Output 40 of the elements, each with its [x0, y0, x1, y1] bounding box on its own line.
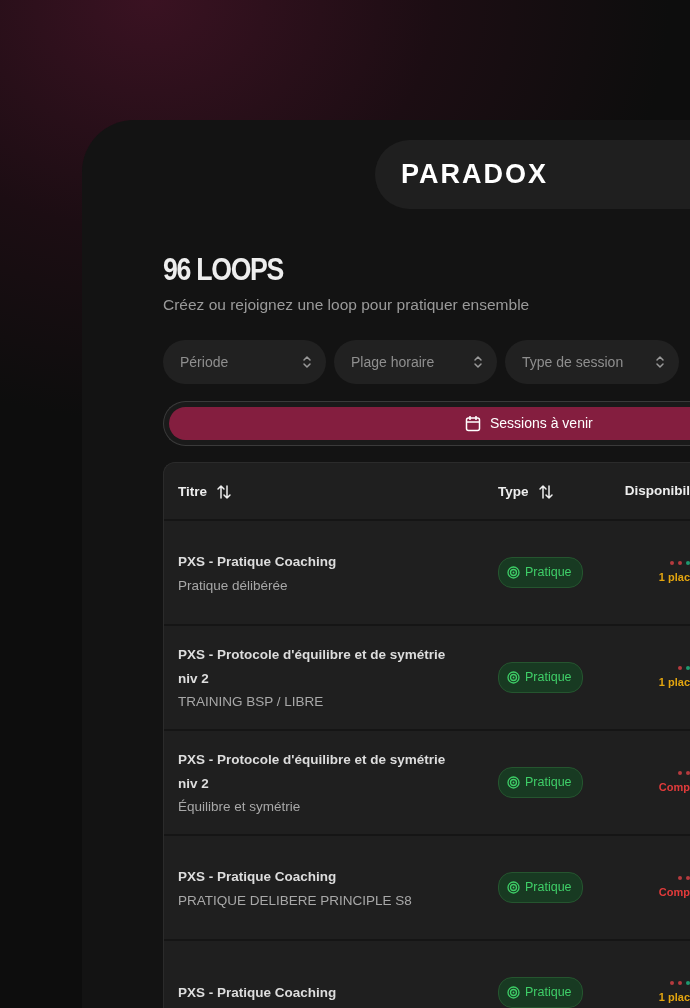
- target-icon: [507, 566, 520, 580]
- chevron-updown-icon: [473, 355, 483, 370]
- type-badge: Pratique: [498, 557, 583, 589]
- session-title: PXS - Protocole d'équilibre et de symétrie niv 2: [178, 646, 447, 688]
- target-icon: [507, 986, 520, 1000]
- target-icon: [507, 881, 520, 895]
- availability-text: 1 plac: [658, 989, 690, 1005]
- sort-icon[interactable]: [537, 484, 554, 501]
- type-badge: Pratique: [498, 872, 583, 904]
- page-subtitle: Créez ou rejoignez une loop pour pratiquer ensemble: [163, 295, 531, 316]
- sort-icon[interactable]: [216, 484, 232, 501]
- session-title: PXS - Pratique Coaching: [178, 552, 338, 571]
- target-icon: [507, 671, 520, 685]
- column-header: Disponibil: [624, 482, 690, 501]
- type-badge: Pratique: [498, 767, 583, 799]
- filter-dropdown[interactable]: Type de session: [505, 340, 679, 385]
- session-subtitle: Pratique délibérée: [178, 576, 289, 595]
- tab[interactable]: Sessions à venir: [169, 407, 690, 441]
- filter-dropdown[interactable]: Période: [163, 340, 326, 385]
- column-header[interactable]: Titre: [178, 482, 207, 503]
- calendar-icon: [465, 415, 481, 433]
- session-title: PXS - Pratique Coaching: [178, 984, 338, 1003]
- session-subtitle: Équilibre et symétrie: [178, 798, 302, 817]
- target-icon: [507, 776, 520, 790]
- chevron-updown-icon: [655, 355, 665, 370]
- availability-text: Comp: [658, 779, 690, 795]
- page-title: 96 LOOPS: [163, 253, 284, 288]
- session-subtitle: PRATIQUE DELIBERE PRINCIPLE S8: [178, 891, 413, 910]
- filter-dropdown[interactable]: Plage horaire: [334, 340, 497, 385]
- logo[interactable]: PARADOX: [401, 154, 548, 195]
- chevron-updown-icon: [302, 355, 312, 370]
- session-title: PXS - Protocole d'équilibre et de symétrie niv 2: [178, 751, 447, 793]
- availability-text: 1 plac: [658, 674, 690, 690]
- column-header[interactable]: Type: [498, 482, 529, 503]
- type-badge: Pratique: [498, 977, 583, 1008]
- type-badge: Pratique: [498, 662, 583, 694]
- session-title: PXS - Pratique Coaching: [178, 867, 338, 886]
- availability-text: Comp: [658, 884, 690, 900]
- availability-text: 1 plac: [658, 569, 690, 585]
- session-subtitle: TRAINING BSP / LIBRE: [178, 693, 325, 712]
